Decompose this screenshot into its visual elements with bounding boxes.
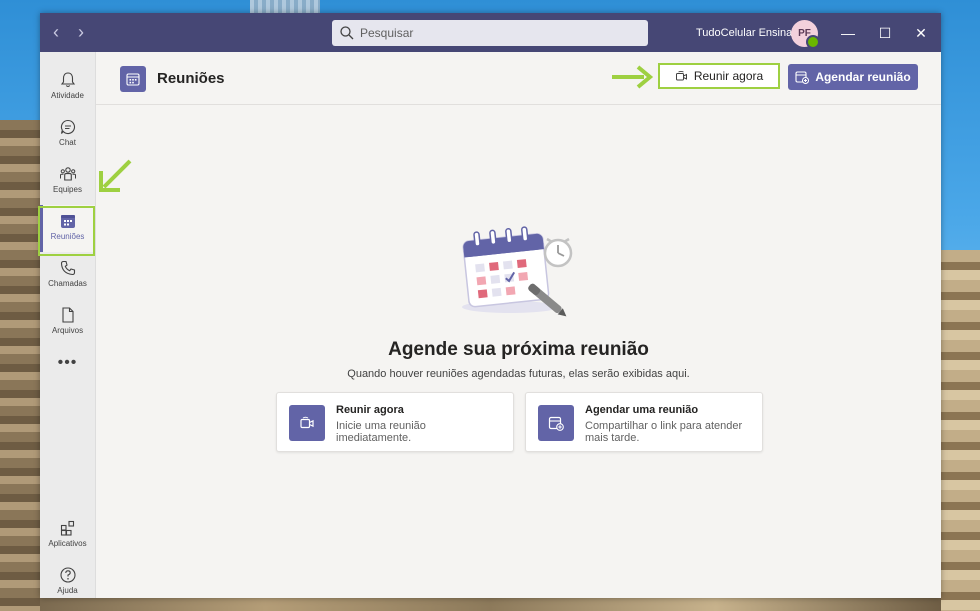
page-header: Reuniões Reunir agora Agendar reunião	[96, 52, 941, 105]
calendar-add-icon	[795, 71, 810, 84]
video-camera-icon	[289, 405, 325, 441]
help-icon	[59, 567, 76, 583]
meet-now-label: Reunir agora	[693, 69, 764, 83]
rail-item-arquivos[interactable]: Arquivos	[40, 299, 95, 346]
calendar-add-icon	[538, 405, 574, 441]
desktop-background-right	[941, 250, 980, 611]
page-title: Reuniões	[157, 70, 225, 87]
card-description: Inicie uma reunião imediatamente.	[336, 420, 426, 444]
apps-icon	[60, 520, 74, 536]
desktop-background-ornament	[250, 0, 320, 13]
empty-state-title: Agende sua próxima reunião	[388, 339, 649, 360]
more-apps-button[interactable]: •••	[40, 354, 95, 372]
highlight-box	[38, 206, 95, 256]
chat-icon	[60, 119, 75, 135]
meet-now-card[interactable]: Reunir agora Inicie uma reunião imediata…	[276, 392, 514, 452]
forward-button[interactable]: ›	[72, 23, 90, 41]
rail-item-label: Atividade	[51, 91, 84, 100]
search-input[interactable]: Pesquisar	[332, 20, 648, 46]
video-camera-icon	[675, 70, 687, 80]
close-button[interactable]: ✕	[910, 22, 932, 44]
desktop-background-left	[0, 120, 40, 611]
phone-icon	[60, 260, 75, 276]
title-bar: ‹ › Pesquisar TudoCelular Ensina PF — ☐ …	[40, 13, 941, 52]
user-name: TudoCelular Ensina	[696, 27, 793, 39]
rail-item-chat[interactable]: Chat	[40, 111, 95, 158]
teams-icon	[59, 167, 76, 181]
schedule-meeting-label: Agendar reunião	[815, 70, 911, 84]
rail-item-atividade[interactable]: Atividade	[40, 64, 95, 111]
rail-item-label: Chamadas	[48, 279, 87, 288]
rail-item-chamadas[interactable]: Chamadas	[40, 252, 95, 299]
rail-item-label: Arquivos	[51, 326, 84, 335]
desktop-background-bottom	[40, 598, 941, 611]
search-icon	[340, 26, 354, 40]
schedule-meeting-button[interactable]: Agendar reunião	[788, 64, 918, 90]
meet-now-button[interactable]: Reunir agora	[658, 63, 780, 89]
rail-item-label: Equipes	[53, 185, 82, 194]
card-title: Agendar uma reunião	[585, 404, 699, 416]
presence-available-icon	[806, 35, 820, 49]
annotation-arrow-down-left-icon	[99, 159, 132, 192]
back-button[interactable]: ‹	[47, 23, 65, 41]
card-title: Reunir agora	[336, 404, 404, 416]
rail-item-aplicativos[interactable]: Aplicativos	[40, 512, 95, 559]
rail-item-label: Aplicativos	[48, 539, 87, 548]
file-icon	[61, 307, 74, 323]
card-description: Compartilhar o link para atender mais ta…	[585, 420, 743, 444]
calendar-illustration-icon	[462, 226, 573, 317]
rail-item-label: Chat	[59, 138, 76, 147]
app-bar: Atividade Chat Equipes Reuniões Chamadas…	[38, 52, 96, 598]
search-placeholder: Pesquisar	[360, 26, 414, 40]
calendar-icon	[120, 66, 146, 92]
rail-item-label: Ajuda	[57, 586, 78, 595]
avatar[interactable]: PF	[791, 20, 820, 49]
empty-state-subtitle: Quando houver reuniões agendadas futuras…	[347, 368, 690, 380]
rail-item-ajuda[interactable]: Ajuda	[40, 559, 95, 606]
teams-window: ‹ › Pesquisar TudoCelular Ensina PF — ☐ …	[38, 13, 941, 598]
maximize-button[interactable]: ☐	[874, 22, 896, 44]
bell-icon	[60, 72, 75, 88]
schedule-meeting-card[interactable]: Agendar uma reunião Compartilhar o link …	[525, 392, 763, 452]
annotation-arrow-right-icon	[612, 65, 654, 89]
rail-item-equipes[interactable]: Equipes	[40, 158, 95, 205]
minimize-button[interactable]: —	[837, 22, 859, 44]
